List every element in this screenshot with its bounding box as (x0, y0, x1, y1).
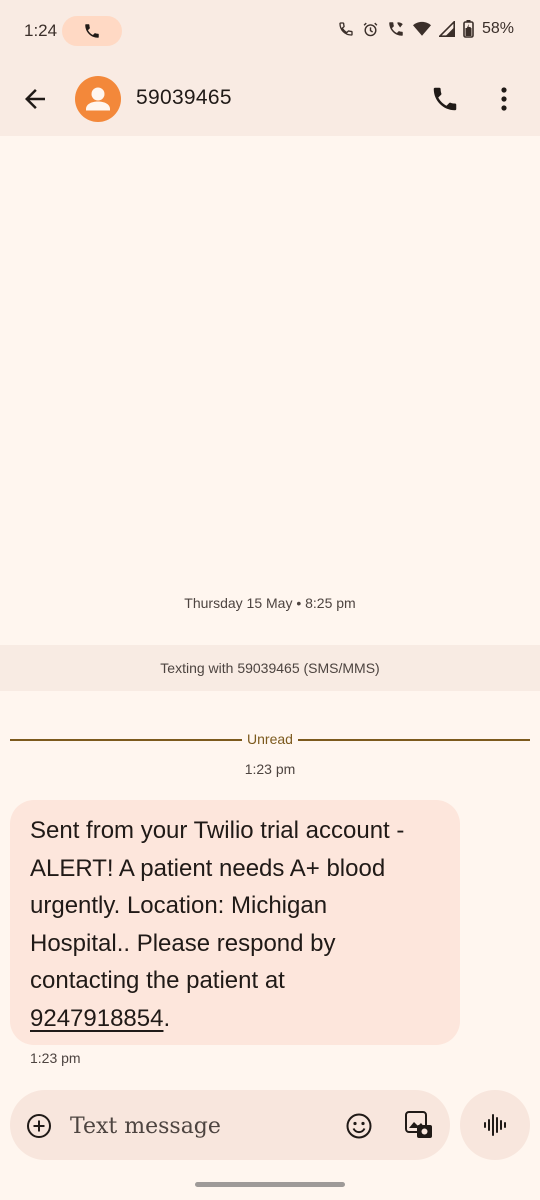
status-icons: 58% (338, 20, 514, 38)
back-arrow-icon (25, 89, 45, 109)
message-timestamp: 1:23 pm (244, 761, 296, 777)
more-vert-icon (501, 87, 507, 111)
contact-avatar[interactable] (75, 76, 121, 122)
emoji-button[interactable] (345, 1112, 373, 1140)
date-header: Thursday 15 May • 8:25 pm (184, 595, 356, 611)
message-line: 9247918854. (30, 1000, 440, 1038)
battery-icon (463, 20, 474, 38)
message-line: urgently. Location: Michigan (30, 892, 328, 919)
message-input[interactable] (70, 1110, 330, 1142)
message-line: Sent from your Twilio trial account - (30, 817, 405, 844)
phone-number-link[interactable]: 9247918854 (30, 1005, 163, 1032)
gallery-icon (405, 1111, 432, 1138)
status-bar: 1:24 58% (0, 0, 540, 62)
compose-bar (10, 1090, 450, 1160)
more-options-button[interactable] (492, 84, 516, 114)
plus-circle-icon (27, 1114, 51, 1138)
person-icon (86, 87, 110, 111)
call-button[interactable] (430, 84, 460, 114)
gesture-navigation-bar[interactable] (195, 1182, 345, 1187)
status-time: 1:24 (24, 21, 58, 40)
message-line: ALERT! A patient needs A+ blood (30, 854, 386, 882)
unread-divider: Unread (10, 730, 530, 750)
voice-message-button[interactable] (460, 1090, 530, 1160)
phone-icon (85, 24, 99, 38)
divider-line (298, 739, 530, 741)
contact-name[interactable]: 59039465 (136, 86, 232, 110)
message-trailing: . (163, 1004, 171, 1032)
gallery-button[interactable] (403, 1109, 435, 1141)
phone-icon (433, 87, 457, 111)
texting-banner: Texting with 59039465 (SMS/MMS) (0, 645, 540, 691)
attach-button[interactable] (26, 1113, 52, 1139)
conversation-app-bar: 59039465 (0, 62, 540, 136)
message-sent-time: 1:23 pm (30, 1050, 81, 1066)
call-settings-icon (339, 22, 353, 36)
incoming-message-bubble[interactable]: Sent from your Twilio trial account - AL… (10, 800, 460, 1045)
wifi-calling-icon (389, 22, 403, 36)
alarm-icon (363, 22, 378, 36)
ongoing-call-chip[interactable] (62, 16, 122, 46)
battery-percent: 58% (481, 20, 514, 37)
message-line: contacting the patient at (30, 967, 285, 994)
back-button[interactable] (20, 84, 50, 114)
wifi-icon (412, 21, 431, 36)
emoji-icon (346, 1113, 372, 1139)
message-line: Hospital.. Please respond by (30, 929, 336, 957)
signal-icon (438, 21, 455, 37)
voice-wave-icon (484, 1114, 506, 1136)
